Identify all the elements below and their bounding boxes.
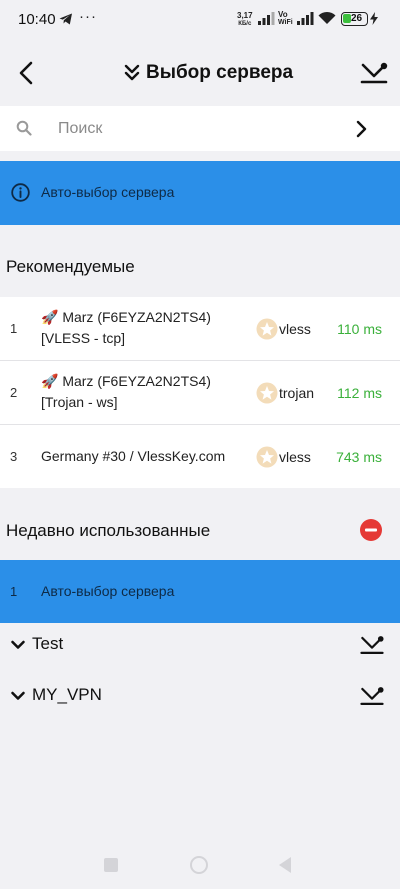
- server-protocol: vless: [279, 449, 311, 465]
- network-speed: 3,17 КБ/с: [237, 11, 253, 28]
- search-icon: [16, 120, 32, 136]
- telegram-icon: [59, 13, 72, 25]
- server-row[interactable]: 2 🚀 Marz (F6EYZA2N2TS4) [Trojan - ws] tr…: [0, 361, 400, 425]
- charging-icon: [370, 12, 378, 25]
- server-name: 🚀 Marz (F6EYZA2N2TS4) [Trojan - ws]: [41, 373, 211, 410]
- info-icon: [11, 183, 30, 202]
- notification-dots: ···: [79, 8, 97, 25]
- auto-select-server-button[interactable]: Авто-выбор сервера: [0, 161, 400, 225]
- recommended-section-title: Рекомендуемые: [6, 257, 135, 276]
- row-index: 1: [10, 584, 18, 599]
- chevron-right-icon[interactable]: [350, 118, 372, 140]
- search-bar: [0, 106, 400, 151]
- row-index: 3: [10, 449, 18, 464]
- star-icon[interactable]: [256, 318, 278, 340]
- star-icon[interactable]: [256, 446, 278, 468]
- group-name: Test: [32, 634, 64, 653]
- recent-server-row[interactable]: 1 Авто-выбор сервера: [0, 560, 400, 623]
- recommended-list: 1 🚀 Marz (F6EYZA2N2TS4) [VLESS - tcp] vl…: [0, 297, 400, 488]
- wifi-icon: [318, 11, 336, 24]
- server-name: 🚀 Marz (F6EYZA2N2TS4) [VLESS - tcp]: [41, 309, 211, 346]
- search-input[interactable]: [58, 116, 338, 142]
- chevron-down-icon: [11, 640, 25, 649]
- server-ping: 743 ms: [336, 449, 382, 465]
- server-protocol: vless: [279, 321, 311, 337]
- status-bar: 10:40 ··· 3,17 КБ/с Vo WiFi 26: [0, 0, 400, 40]
- volte-badge: Vo WiFi: [278, 10, 293, 27]
- system-nav-bar: [0, 833, 400, 889]
- collapse-group-icon[interactable]: [358, 631, 386, 659]
- group-test[interactable]: Test: [0, 627, 400, 663]
- collapse-group-icon[interactable]: [358, 682, 386, 710]
- server-name: Germany #30 / VlessKey.com: [41, 448, 226, 464]
- star-icon[interactable]: [256, 382, 278, 404]
- recent-section-title: Недавно использованные: [6, 521, 211, 540]
- server-ping: 110 ms: [337, 321, 382, 337]
- row-index: 2: [10, 385, 18, 400]
- double-chevron-down-icon: [124, 64, 140, 81]
- chevron-down-icon: [11, 691, 25, 700]
- battery-icon: 26: [341, 12, 368, 26]
- back-button[interactable]: [10, 56, 44, 90]
- signal-icon-2: [297, 12, 314, 25]
- app-header: Выбор сервера: [0, 40, 400, 104]
- page-title-wrap: Выбор сервера: [124, 59, 293, 87]
- signal-icon: [258, 12, 275, 25]
- battery-level: 26: [351, 13, 363, 24]
- minus-circle-icon[interactable]: [360, 519, 382, 541]
- back-triangle-icon[interactable]: [278, 856, 292, 874]
- auto-select-label: Авто-выбор сервера: [41, 184, 175, 200]
- server-protocol: trojan: [279, 385, 315, 401]
- home-button[interactable]: [190, 856, 208, 874]
- collapse-all-button[interactable]: [358, 57, 390, 89]
- recents-button[interactable]: [104, 858, 118, 872]
- status-time: 10:40: [18, 11, 56, 28]
- server-ping: 112 ms: [337, 385, 382, 401]
- server-row[interactable]: 3 Germany #30 / VlessKey.com vless 743 m…: [0, 425, 400, 489]
- page-title: Выбор сервера: [146, 62, 294, 83]
- group-name: MY_VPN: [32, 685, 102, 704]
- recent-server-label: Авто-выбор сервера: [41, 583, 175, 599]
- row-index: 1: [10, 321, 18, 336]
- server-row[interactable]: 1 🚀 Marz (F6EYZA2N2TS4) [VLESS - tcp] vl…: [0, 297, 400, 361]
- group-my-vpn[interactable]: MY_VPN: [0, 678, 400, 714]
